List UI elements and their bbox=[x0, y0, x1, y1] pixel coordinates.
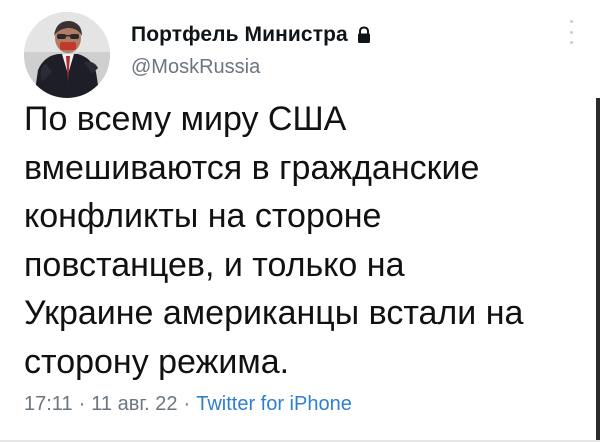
display-name-row: Портфель Министра bbox=[131, 22, 372, 48]
tweet-card: Портфель Министра @MoskRussia По всему м… bbox=[0, 0, 600, 442]
tweet-text: По всему миру США вмешиваются в гражданс… bbox=[24, 100, 524, 381]
more-options-icon[interactable] bbox=[566, 20, 576, 44]
meta-separator: · bbox=[183, 393, 191, 415]
handle[interactable]: @MoskRussia bbox=[131, 56, 372, 79]
tweet-header: Портфель Министра @MoskRussia bbox=[24, 12, 580, 98]
tweet-date[interactable]: 11 авг. 22 bbox=[91, 393, 177, 416]
meta-separator: · bbox=[78, 393, 86, 415]
display-name[interactable]: Портфель Министра bbox=[131, 23, 348, 47]
profile-photo-icon bbox=[24, 12, 110, 98]
tweet-time[interactable]: 17:11 bbox=[24, 393, 73, 416]
tweet-source-link[interactable]: Twitter for iPhone bbox=[196, 393, 352, 416]
avatar[interactable] bbox=[24, 12, 110, 98]
lock-icon bbox=[356, 26, 372, 44]
author-names: Портфель Министра @MoskRussia bbox=[131, 22, 372, 79]
tweet-meta: 17:11 · 11 авг. 22 · Twitter for iPhone bbox=[24, 393, 352, 416]
scrollbar[interactable] bbox=[596, 98, 600, 442]
